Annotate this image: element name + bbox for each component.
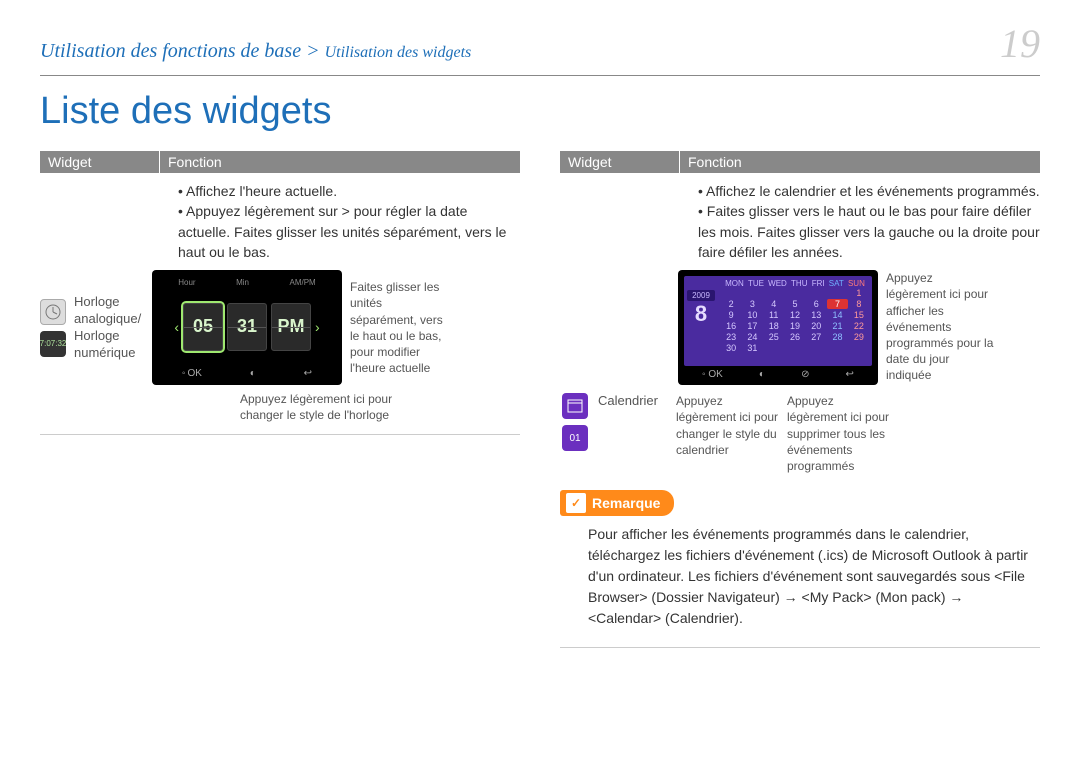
calendar-cell[interactable]: 18: [764, 321, 784, 331]
breadcrumb: Utilisation des fonctions de base > Util…: [40, 40, 471, 63]
flip-ampm[interactable]: PM: [271, 303, 311, 351]
th-widget-r: Widget: [560, 151, 680, 173]
calendar-day-icon: 01: [562, 425, 588, 451]
clock-device-screenshot: Hour Min AM/PM ‹ 05 31 PM › ◦ OK ◐ ↩: [152, 270, 342, 385]
chevron-left-icon[interactable]: ‹: [174, 319, 179, 335]
clock-widget-label: Horloge analogique/ Horloge numérique: [74, 294, 144, 362]
label-hour: Hour: [178, 278, 195, 287]
calendar-device-screenshot: 2009 8 MON TUE WED THU FRI SAT SUN 12345…: [678, 270, 878, 385]
calendar-cell[interactable]: [721, 288, 741, 298]
calendar-callout-b2: Appuyez légèrement ici pour supprimer to…: [787, 393, 892, 474]
breadcrumb-sub: Utilisation des widgets: [325, 44, 472, 61]
calendar-cell[interactable]: 15: [849, 310, 869, 320]
th-function: Fonction: [160, 151, 520, 173]
calendar-cell[interactable]: 25: [764, 332, 784, 342]
calendar-cell[interactable]: [742, 288, 762, 298]
calendar-cell[interactable]: 16: [721, 321, 741, 331]
chevron-right-icon[interactable]: ›: [315, 319, 320, 335]
calendar-cell[interactable]: [764, 288, 784, 298]
note-box-icon: ✓: [566, 493, 586, 513]
calendar-cell[interactable]: 5: [785, 299, 805, 309]
style-button[interactable]: ◐: [250, 368, 256, 379]
calendar-cell[interactable]: 14: [827, 310, 847, 320]
page-title: Liste des widgets: [40, 90, 1040, 133]
calendar-cell[interactable]: 22: [849, 321, 869, 331]
table-header-right: Widget Fonction: [560, 151, 1040, 173]
remark-body: Pour afficher les événements programmés …: [560, 524, 1040, 629]
calendar-cell[interactable]: 31: [742, 343, 762, 353]
analog-clock-icon: [40, 299, 66, 325]
cal-bullet-2: Faites glisser vers le haut ou le bas po…: [698, 201, 1040, 262]
back-button[interactable]: ↩: [304, 368, 312, 379]
calendar-cell[interactable]: 3: [742, 299, 762, 309]
clock-bullet-2: Appuyez légèrement sur > pour régler la …: [178, 201, 520, 262]
calendar-year[interactable]: 2009: [687, 290, 715, 301]
breadcrumb-sep: >: [306, 40, 320, 62]
clock-callout-right: Faites glisser les unités séparément, ve…: [350, 279, 450, 376]
right-divider: [560, 647, 1040, 648]
ok-button[interactable]: ◦ OK: [182, 368, 202, 379]
calendar-cell[interactable]: 1: [849, 288, 869, 298]
cal-bullet-1: Affichez le calendrier et les événements…: [698, 181, 1040, 201]
digital-clock-icon: 7:07:32: [40, 331, 66, 357]
flip-min[interactable]: 31: [227, 303, 267, 351]
calendar-cell[interactable]: 2: [721, 299, 741, 309]
column-left: Widget Fonction Affichez l'heure actuell…: [40, 151, 520, 648]
calendar-cell[interactable]: 20: [806, 321, 826, 331]
calendar-cell[interactable]: 23: [721, 332, 741, 342]
calendar-cell[interactable]: 10: [742, 310, 762, 320]
flip-hour[interactable]: 05: [183, 303, 223, 351]
remark-badge: ✓ Remarque: [560, 490, 674, 516]
cal-back-button[interactable]: ↩: [846, 369, 854, 380]
label-ampm: AM/PM: [289, 278, 315, 287]
calendar-bullets: Affichez le calendrier et les événements…: [680, 173, 1040, 270]
clock-bullet-1: Affichez l'heure actuelle.: [178, 181, 520, 201]
calendar-cell[interactable]: 8: [849, 299, 869, 309]
calendar-cell[interactable]: 29: [849, 332, 869, 342]
calendar-cell[interactable]: 24: [742, 332, 762, 342]
calendar-cell[interactable]: [785, 288, 805, 298]
clock-icons: 7:07:32: [40, 299, 66, 357]
remark-label: Remarque: [592, 495, 660, 511]
calendar-cell[interactable]: 7: [827, 299, 847, 309]
cal-delete-button[interactable]: ⊘: [801, 369, 809, 380]
clock-bullets: Affichez l'heure actuelle. Appuyez légèr…: [160, 173, 520, 270]
calendar-grid[interactable]: 1234567891011121314151617181920212223242…: [721, 288, 869, 353]
calendar-cell[interactable]: 30: [721, 343, 741, 353]
calendar-callout-right: Appuyez légèrement ici pour afficher les…: [886, 270, 996, 383]
calendar-cell[interactable]: 11: [764, 310, 784, 320]
calendar-big-day: 8: [687, 301, 715, 327]
table-header-left: Widget Fonction: [40, 151, 520, 173]
breadcrumb-main: Utilisation des fonctions de base: [40, 40, 301, 62]
calendar-day-headers: MON TUE WED THU FRI SAT SUN: [721, 279, 869, 288]
cal-ok-button[interactable]: ◦ OK: [702, 369, 723, 380]
calendar-cell[interactable]: 12: [785, 310, 805, 320]
calendar-callout-b1: Appuyez légèrement ici pour changer le s…: [676, 393, 781, 458]
calendar-cell[interactable]: [806, 288, 826, 298]
calendar-cell[interactable]: 6: [806, 299, 826, 309]
calendar-month-icon: [562, 393, 588, 419]
calendar-cell[interactable]: 21: [827, 321, 847, 331]
page-header: Utilisation des fonctions de base > Util…: [40, 20, 1040, 76]
calendar-cell[interactable]: 28: [827, 332, 847, 342]
cal-style-button[interactable]: ◐: [759, 369, 765, 380]
calendar-icons: 01: [560, 393, 590, 451]
calendar-widget-label: Calendrier: [598, 393, 668, 410]
page-number: 19: [1000, 20, 1040, 67]
column-right: Widget Fonction Affichez le calendrier e…: [560, 151, 1040, 648]
calendar-cell[interactable]: 9: [721, 310, 741, 320]
clock-callout-bottom: Appuyez légèrement ici pour changer le s…: [240, 391, 410, 423]
calendar-cell[interactable]: 26: [785, 332, 805, 342]
calendar-cell[interactable]: [827, 288, 847, 298]
label-min: Min: [236, 278, 249, 287]
calendar-cell[interactable]: 13: [806, 310, 826, 320]
calendar-cell[interactable]: 27: [806, 332, 826, 342]
th-widget: Widget: [40, 151, 160, 173]
calendar-cell[interactable]: 19: [785, 321, 805, 331]
calendar-cell[interactable]: 4: [764, 299, 784, 309]
th-function-r: Fonction: [680, 151, 1040, 173]
left-divider: [40, 434, 520, 435]
calendar-cell[interactable]: 17: [742, 321, 762, 331]
